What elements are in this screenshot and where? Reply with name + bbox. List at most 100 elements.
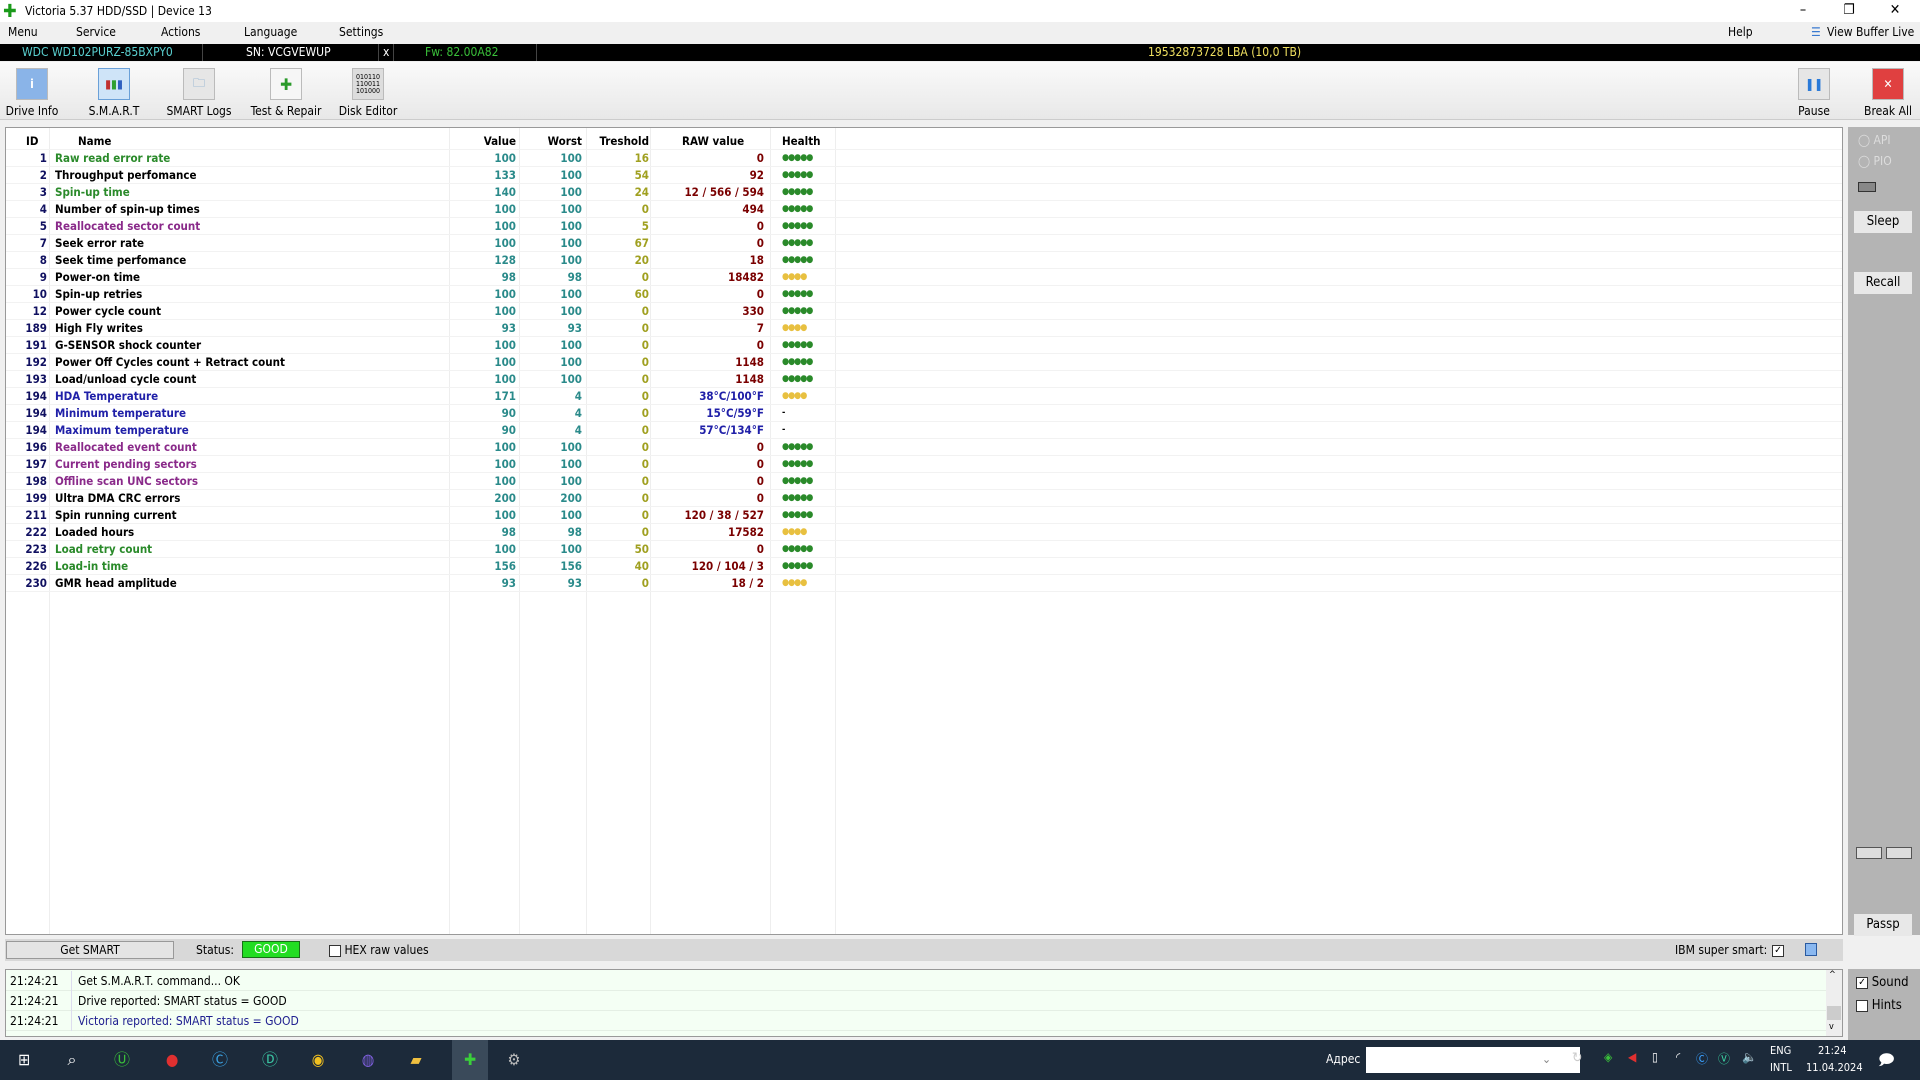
menu-help[interactable]: Help	[1728, 25, 1753, 39]
ibm-super-smart-checkbox[interactable]: ✓	[1772, 943, 1784, 957]
table-row[interactable]: 194 Minimum temperature 90 4 0 15°C/59°F -	[6, 405, 1842, 422]
smart-raw: 0	[756, 219, 764, 233]
get-smart-button[interactable]: Get SMART	[6, 941, 174, 959]
search-icon[interactable]: ⌕	[60, 1048, 84, 1072]
restore-button[interactable]: ❐	[1826, 0, 1872, 22]
sound-checkbox[interactable]: ✓ Sound	[1856, 975, 1909, 990]
smart-value: 93	[501, 576, 516, 590]
test-repair-button[interactable]: ✚ Test & Repair	[246, 68, 326, 118]
smart-value: 100	[494, 508, 516, 522]
tray-nvidia-icon[interactable]: ◈	[1604, 1050, 1612, 1064]
smart-id: 1	[39, 151, 47, 165]
volume-icon[interactable]: 🔈	[1742, 1050, 1757, 1064]
table-row[interactable]: 1 Raw read error rate 100 100 16 0 ●●●●●	[6, 150, 1842, 167]
hints-checkbox[interactable]: Hints	[1856, 998, 1902, 1013]
table-row[interactable]: 3 Spin-up time 140 100 24 12 / 566 / 594 ●●●●●	[6, 184, 1842, 201]
table-row[interactable]: 199 Ultra DMA CRC errors 200 200 0 0 ●●●●●	[6, 490, 1842, 507]
header-worst[interactable]: Worst	[548, 133, 582, 150]
table-row[interactable]: 223 Load retry count 100 100 50 0 ●●●●●	[6, 541, 1842, 558]
clock-time[interactable]: 21:24	[1818, 1044, 1847, 1057]
table-row[interactable]: 230 GMR head amplitude 93 93 0 18 / 2 ●●●●	[6, 575, 1842, 592]
file-explorer-icon[interactable]: ▰	[404, 1048, 428, 1072]
app-c-icon[interactable]: Ⓒ	[208, 1048, 232, 1072]
log-scrollbar[interactable]: ^ v	[1826, 970, 1842, 1036]
table-row[interactable]: 12 Power cycle count 100 100 0 330 ●●●●●	[6, 303, 1842, 320]
menu-service[interactable]: Service	[76, 25, 116, 39]
table-row[interactable]: 9 Power-on time 98 98 0 18482 ●●●●	[6, 269, 1842, 286]
header-id[interactable]: ID	[26, 133, 38, 150]
color-indicator[interactable]	[1805, 943, 1817, 956]
table-row[interactable]: 192 Power Off Cycles count + Retract coun…	[6, 354, 1842, 371]
api-radio[interactable]: ◯ API	[1858, 133, 1891, 147]
table-row[interactable]: 196 Reallocated event count 100 100 0 0 ●●●●●	[6, 439, 1842, 456]
menu-actions[interactable]: Actions	[161, 25, 200, 39]
table-row[interactable]: 194 Maximum temperature 90 4 0 57°C/134°F -	[6, 422, 1842, 439]
tray-shield-icon[interactable]: Ⓥ	[1718, 1050, 1730, 1067]
table-row[interactable]: 7 Seek error rate 100 100 67 0 ●●●●●	[6, 235, 1842, 252]
chevron-down-icon[interactable]: ⌄	[1542, 1052, 1551, 1066]
drive-serial: SN: VCGVEWUP	[246, 45, 331, 59]
lang-secondary[interactable]: INTL	[1770, 1061, 1792, 1074]
view-buffer-live-button[interactable]: View Buffer Live	[1827, 25, 1914, 39]
passp-button[interactable]: Passp	[1854, 914, 1912, 936]
table-row[interactable]: 222 Loaded hours 98 98 0 17582 ●●●●	[6, 524, 1842, 541]
table-row[interactable]: 5 Reallocated sector count 100 100 5 0 ●●●●●	[6, 218, 1842, 235]
app-gear-icon[interactable]: ⚙	[502, 1048, 526, 1072]
table-row[interactable]: 2 Throughput perfomance 133 100 54 92 ●●●●●	[6, 167, 1842, 184]
sleep-button[interactable]: Sleep	[1854, 211, 1912, 233]
hex-raw-checkbox[interactable]: HEX raw values	[329, 943, 429, 957]
header-name[interactable]: Name	[78, 133, 111, 150]
chrome-icon[interactable]: ◉	[306, 1048, 330, 1072]
tray-wifi-icon[interactable]: ◜	[1676, 1050, 1680, 1064]
small-button-2[interactable]	[1886, 847, 1912, 859]
smart-worst: 100	[560, 287, 582, 301]
menu-settings[interactable]: Settings	[339, 25, 383, 39]
header-health[interactable]: Health	[782, 133, 821, 150]
table-row[interactable]: 10 Spin-up retries 100 100 60 0 ●●●●●	[6, 286, 1842, 303]
disk-editor-button[interactable]: 010110 110011 101000 Disk Editor	[336, 68, 400, 118]
header-raw[interactable]: RAW value	[682, 133, 744, 150]
table-row[interactable]: 211 Spin running current 100 100 0 120 / 38 /…	[6, 507, 1842, 524]
table-row[interactable]: 226 Load-in time 156 156 40 120 / 104 / 3 ●●●●…	[6, 558, 1842, 575]
start-icon[interactable]: ⊞	[12, 1048, 36, 1072]
minimize-button[interactable]: –	[1780, 0, 1826, 22]
table-row[interactable]: 194 HDA Temperature 171 4 0 38°C/100°F ●●●●	[6, 388, 1842, 405]
table-row[interactable]: 193 Load/unload cycle count 100 100 0 1148 ●●●…	[6, 371, 1842, 388]
drive-model[interactable]: WDC WD102PURZ-85BXPY0	[22, 45, 173, 59]
smart-value: 171	[494, 389, 516, 403]
header-threshold[interactable]: Treshold	[599, 133, 649, 150]
disk-editor-label: Disk Editor	[338, 104, 398, 118]
pio-radio[interactable]: ◯ PIO	[1858, 154, 1892, 168]
table-row[interactable]: 4 Number of spin-up times 100 100 0 494 ●●●●●	[6, 201, 1842, 218]
victoria-taskbar-icon[interactable]: ✚	[452, 1040, 488, 1080]
smart-button[interactable]: ▮▮▮ S.M.A.R.T	[84, 68, 144, 118]
table-row[interactable]: 197 Current pending sectors 100 100 0 0 ●●●●●	[6, 456, 1842, 473]
pause-button[interactable]: ❚❚ Pause	[1792, 68, 1836, 118]
table-row[interactable]: 189 High Fly writes 93 93 0 7 ●●●●	[6, 320, 1842, 337]
smart-health: ●●●●●	[782, 374, 813, 384]
break-all-button[interactable]: ✕ Break All	[1862, 68, 1914, 118]
lang-primary[interactable]: ENG	[1770, 1044, 1791, 1057]
header-value[interactable]: Value	[484, 133, 516, 150]
small-button-1[interactable]	[1856, 847, 1882, 859]
app-purple-icon[interactable]: ◍	[356, 1048, 380, 1072]
smart-logs-button[interactable]: 🗀 SMART Logs	[162, 68, 236, 118]
app-shield-icon[interactable]: Ⓓ	[258, 1048, 282, 1072]
app-u-icon[interactable]: Ⓤ	[110, 1048, 134, 1072]
notifications-icon[interactable]: 🗩	[1878, 1050, 1895, 1075]
menu-menu[interactable]: Menu	[8, 25, 38, 39]
table-row[interactable]: 191 G-SENSOR shock counter 100 100 0 0 ●●●●●	[6, 337, 1842, 354]
smart-value: 100	[494, 474, 516, 488]
tray-c-icon[interactable]: Ⓒ	[1696, 1050, 1708, 1067]
app-red-icon[interactable]: ●	[160, 1048, 184, 1072]
table-row[interactable]: 8 Seek time perfomance 128 100 20 18 ●●●●●	[6, 252, 1842, 269]
close-button[interactable]: ✕	[1872, 0, 1918, 22]
tray-usb-icon[interactable]: ▯	[1652, 1050, 1658, 1064]
clock-date[interactable]: 11.04.2024	[1806, 1061, 1863, 1074]
drive-info-button[interactable]: i Drive Info	[4, 68, 60, 118]
table-row[interactable]: 198 Offline scan UNC sectors 100 100 0 0 ●●●●●	[6, 473, 1842, 490]
tray-speaker-icon[interactable]: ◀	[1628, 1050, 1636, 1064]
refresh-icon[interactable]: ↻	[1572, 1050, 1583, 1066]
menu-language[interactable]: Language	[244, 25, 297, 39]
recall-button[interactable]: Recall	[1854, 272, 1912, 294]
